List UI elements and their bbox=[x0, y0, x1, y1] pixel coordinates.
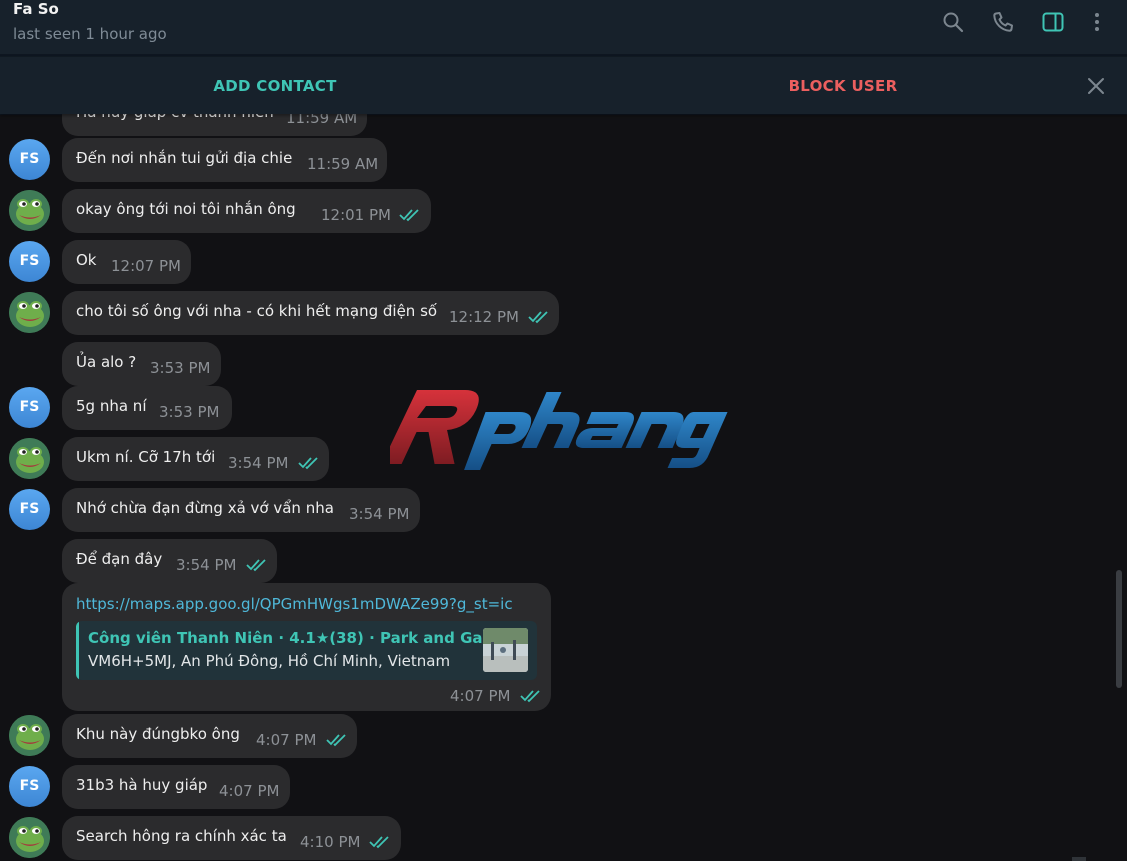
pepe-frog-avatar-icon[interactable] bbox=[9, 438, 50, 479]
message-time: 4:07 PM bbox=[450, 687, 511, 705]
message-bubble[interactable]: cho tôi số ông với nha - có khi hết mạng… bbox=[62, 291, 559, 335]
avatar[interactable]: FS bbox=[9, 489, 50, 530]
message-text: Search hông ra chính xác ta bbox=[76, 827, 287, 845]
read-checks-icon bbox=[369, 836, 389, 849]
message-bubble[interactable]: Khu này đúngbko ông 4:07 PM bbox=[62, 714, 357, 758]
block-user-button[interactable]: BLOCK USER bbox=[568, 57, 1118, 115]
read-checks-icon bbox=[399, 209, 419, 222]
pepe-frog-avatar-icon[interactable] bbox=[9, 190, 50, 231]
message-time: 3:54 PM bbox=[176, 556, 237, 574]
preview-title: Công viên Thanh Niên · 4.1★(38) · Park a… bbox=[88, 629, 522, 647]
preview-description: VM6H+5MJ, An Phú Đông, Hồ Chí Minh, Viet… bbox=[88, 652, 451, 670]
message-text: okay ông tới noi tôi nhắn ông bbox=[76, 200, 296, 218]
message-text: Ok bbox=[76, 251, 97, 269]
message-text: Ủa alo ? bbox=[76, 353, 137, 371]
message-bubble[interactable]: 5g nha ní 3:53 PM bbox=[62, 386, 232, 430]
message-time: 3:54 PM bbox=[228, 454, 289, 472]
sidebar-toggle-icon[interactable] bbox=[1041, 10, 1065, 34]
read-checks-icon bbox=[246, 559, 266, 572]
message-time: 12:01 PM bbox=[321, 206, 391, 224]
message-text: Khu này đúngbko ông bbox=[76, 725, 240, 743]
message-time: 12:12 PM bbox=[449, 308, 519, 326]
message-bubble[interactable]: Đến nơi nhắn tui gửi địa chie 11:59 AM bbox=[62, 138, 387, 182]
search-icon[interactable] bbox=[941, 10, 965, 34]
pepe-frog-avatar-icon[interactable] bbox=[9, 817, 50, 858]
add-contact-button[interactable]: ADD CONTACT bbox=[0, 57, 550, 115]
phone-icon[interactable] bbox=[991, 10, 1015, 34]
chat-header: Fa So last seen 1 hour ago bbox=[0, 0, 1127, 54]
avatar[interactable]: FS bbox=[9, 766, 50, 807]
more-vert-icon[interactable] bbox=[1085, 10, 1109, 34]
chat-status: last seen 1 hour ago bbox=[13, 25, 167, 43]
message-bubble[interactable]: Ok 12:07 PM bbox=[62, 240, 191, 284]
pepe-frog-avatar-icon[interactable] bbox=[9, 715, 50, 756]
message-text: Nhớ chừa đạn đừng xả vớ vẩn nha bbox=[76, 499, 334, 517]
message-time: 4:07 PM bbox=[219, 782, 280, 800]
message-text: Ukm ní. Cỡ 17h tới bbox=[76, 448, 216, 466]
read-checks-icon bbox=[298, 457, 318, 470]
link-message-bubble[interactable]: https://maps.app.goo.gl/QPGmHWgs1mDWAZe9… bbox=[62, 583, 551, 711]
preview-thumbnail-image bbox=[483, 628, 528, 672]
message-time: 3:53 PM bbox=[150, 359, 211, 377]
message-text: cho tôi số ông với nha - có khi hết mạng… bbox=[76, 302, 438, 320]
message-text: Đến nơi nhắn tui gửi địa chie bbox=[76, 149, 293, 167]
read-checks-icon bbox=[326, 734, 346, 747]
contact-action-bar: ADD CONTACT BLOCK USER bbox=[0, 56, 1127, 114]
message-bubble[interactable]: Nhớ chừa đạn đừng xả vớ vẩn nha 3:54 PM bbox=[62, 488, 420, 532]
read-checks-icon bbox=[528, 311, 548, 324]
message-time: 11:59 AM bbox=[307, 155, 379, 173]
chat-title[interactable]: Fa So bbox=[13, 0, 59, 18]
message-bubble[interactable]: 31b3 hà huy giáp 4:07 PM bbox=[62, 765, 290, 809]
scrollbar-thumb[interactable] bbox=[1116, 570, 1122, 688]
message-text: Để đạn đây bbox=[76, 550, 163, 568]
message-bubble[interactable]: Để đạn đây 3:54 PM bbox=[62, 539, 277, 583]
preview-accent-bar bbox=[76, 621, 79, 680]
message-time: 12:07 PM bbox=[111, 257, 181, 275]
message-text: 31b3 hà huy giáp bbox=[76, 776, 208, 794]
message-bubble[interactable]: Ukm ní. Cỡ 17h tới 3:54 PM bbox=[62, 437, 329, 481]
message-bubble[interactable]: okay ông tới noi tôi nhắn ông 12:01 PM bbox=[62, 189, 431, 233]
message-bubble[interactable]: Search hông ra chính xác ta 4:10 PM bbox=[62, 816, 401, 860]
message-text: 5g nha ní bbox=[76, 397, 147, 415]
message-bubble[interactable]: Ủa alo ? 3:53 PM bbox=[62, 342, 221, 386]
avatar[interactable]: FS bbox=[9, 387, 50, 428]
scrollbar-end bbox=[1072, 857, 1086, 861]
avatar[interactable]: FS bbox=[9, 241, 50, 282]
link-preview-card[interactable]: Công viên Thanh Niên · 4.1★(38) · Park a… bbox=[76, 621, 537, 680]
message-time: 4:07 PM bbox=[256, 731, 317, 749]
message-link[interactable]: https://maps.app.goo.gl/QPGmHWgs1mDWAZe9… bbox=[76, 595, 513, 613]
read-checks-icon bbox=[520, 690, 540, 703]
message-time: 4:10 PM bbox=[300, 833, 361, 851]
avatar[interactable]: FS bbox=[9, 139, 50, 180]
close-icon[interactable] bbox=[1085, 75, 1107, 97]
message-time: 3:53 PM bbox=[159, 403, 220, 421]
pepe-frog-avatar-icon[interactable] bbox=[9, 292, 50, 333]
message-time: 3:54 PM bbox=[349, 505, 410, 523]
